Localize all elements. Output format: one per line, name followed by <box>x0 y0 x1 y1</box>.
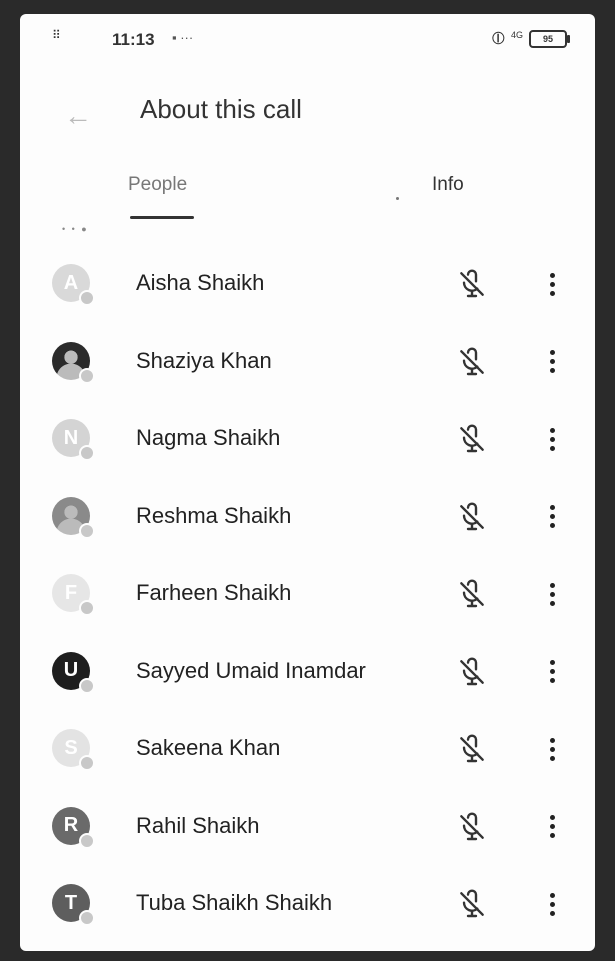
participant-row[interactable]: U Sayyed Umaid Inamdar <box>20 634 595 712</box>
status-right: ⦶ 4G 95 <box>491 28 570 49</box>
participant-name: Sayyed Umaid Inamdar <box>136 657 366 683</box>
more-vert-icon <box>549 427 555 433</box>
mic-off-icon <box>460 269 484 298</box>
participant-name: Shaziya Khan <box>136 347 272 373</box>
arrow-back-icon: ← <box>64 100 92 131</box>
mic-off-icon <box>460 579 484 608</box>
page-title: About this call <box>140 94 302 124</box>
more-vert-icon <box>549 350 555 355</box>
participant-row[interactable]: S Sakeena Khan <box>20 711 595 789</box>
mic-off-icon <box>460 346 484 375</box>
presence-dot-icon <box>79 677 95 694</box>
avatar-initial: S <box>64 736 78 759</box>
phone-screen: ⠿ 11:13 ▪ ··· ⦶ 4G 95 ← About this call … <box>20 14 595 951</box>
participant-row[interactable]: T Tuba Shaikh Shaikh <box>20 866 595 944</box>
mic-off-button[interactable] <box>456 501 488 533</box>
presence-dot-icon <box>79 290 95 306</box>
more-options-button[interactable] <box>540 576 564 612</box>
more-options-button[interactable] <box>540 421 564 457</box>
more-vert-icon <box>549 660 555 665</box>
mic-off-button[interactable] <box>456 578 488 610</box>
tab-people[interactable]: People <box>128 174 187 196</box>
participant-row[interactable]: N Nagma Shaikh <box>20 401 595 479</box>
scroll-overflow-indicator: • • ● <box>62 224 89 234</box>
presence-dot-icon <box>79 832 95 849</box>
presence-dot-icon <box>79 600 95 616</box>
more-vert-icon <box>549 505 555 510</box>
signal-icon: ⠿ <box>52 28 62 42</box>
mic-off-icon <box>460 811 484 840</box>
more-vert-icon <box>549 737 555 743</box>
mic-off-button[interactable] <box>456 656 488 688</box>
avatar: F <box>52 574 95 616</box>
avatar: R <box>52 806 95 849</box>
avatar-initial: T <box>64 891 78 914</box>
mic-off-icon <box>460 889 484 918</box>
network-label: 4G <box>510 29 523 40</box>
presence-dot-icon <box>79 367 95 384</box>
participant-name: Farheen Shaikh <box>136 580 292 605</box>
vibrate-icon: ⦶ <box>491 28 505 48</box>
presence-dot-icon <box>79 445 95 461</box>
presence-dot-icon <box>79 910 95 926</box>
mic-off-button[interactable] <box>456 268 488 300</box>
avatar: A <box>52 264 95 306</box>
more-vert-icon <box>549 892 555 898</box>
participant-name: Nagma Shaikh <box>136 425 281 450</box>
more-options-button[interactable] <box>540 499 564 535</box>
status-time: 11:13 <box>112 30 155 49</box>
more-options-button[interactable] <box>540 809 564 845</box>
participant-row[interactable]: R Rahil Shaikh <box>20 789 595 867</box>
participant-row[interactable]: A Aisha Shaikh <box>20 246 595 324</box>
app-bar: ← About this call <box>20 86 595 146</box>
participant-list: A Aisha Shaikh Shaziya Khan N Nagma Shai… <box>20 246 595 944</box>
avatar-initial: F <box>64 581 78 604</box>
mic-off-button[interactable] <box>456 733 488 765</box>
avatar: T <box>52 884 95 926</box>
mic-off-icon <box>460 656 484 685</box>
more-vert-icon <box>549 272 555 278</box>
participant-row[interactable]: Shaziya Khan <box>20 324 595 402</box>
avatar: S <box>52 729 95 771</box>
mic-off-button[interactable] <box>456 423 488 455</box>
mic-off-button[interactable] <box>456 346 488 378</box>
more-options-button[interactable] <box>540 344 564 380</box>
tab-bar: People Info <box>20 162 595 224</box>
status-bar: ⠿ 11:13 ▪ ··· ⦶ 4G 95 <box>20 14 595 74</box>
back-button[interactable]: ← <box>58 96 98 136</box>
avatar: N <box>52 419 95 461</box>
presence-dot-icon <box>79 522 95 539</box>
avatar-initial: R <box>63 814 79 836</box>
avatar-initial: U <box>63 659 79 681</box>
mic-off-icon <box>460 424 484 453</box>
mic-off-icon <box>460 501 484 530</box>
participant-name: Reshma Shaikh <box>136 502 292 528</box>
participant-name: Sakeena Khan <box>136 735 281 760</box>
avatar-photo <box>52 496 95 539</box>
participant-name: Tuba Shaikh Shaikh <box>136 890 333 915</box>
mic-off-button[interactable] <box>456 811 488 843</box>
avatar-initial: N <box>63 426 79 449</box>
tab-divider-dot <box>396 197 399 200</box>
presence-dot-icon <box>79 755 95 771</box>
avatar: U <box>52 651 95 694</box>
participant-row[interactable]: F Farheen Shaikh <box>20 556 595 634</box>
more-options-button[interactable] <box>540 266 564 302</box>
notification-icons: ▪ ··· <box>172 30 194 45</box>
more-vert-icon <box>549 815 555 820</box>
avatar-initial: A <box>63 271 79 294</box>
more-options-button[interactable] <box>540 886 564 922</box>
more-options-button[interactable] <box>540 731 564 767</box>
battery-icon: 95 <box>529 29 570 48</box>
mic-off-button[interactable] <box>456 888 488 920</box>
avatar-photo <box>52 341 95 384</box>
participant-row[interactable]: Reshma Shaikh <box>20 479 595 557</box>
tab-info[interactable]: Info <box>432 174 464 196</box>
participant-name: Rahil Shaikh <box>136 812 260 838</box>
tab-indicator <box>130 216 194 219</box>
more-options-button[interactable] <box>540 654 564 690</box>
participant-name: Aisha Shaikh <box>136 270 265 295</box>
mic-off-icon <box>460 734 484 763</box>
more-vert-icon <box>549 582 555 588</box>
